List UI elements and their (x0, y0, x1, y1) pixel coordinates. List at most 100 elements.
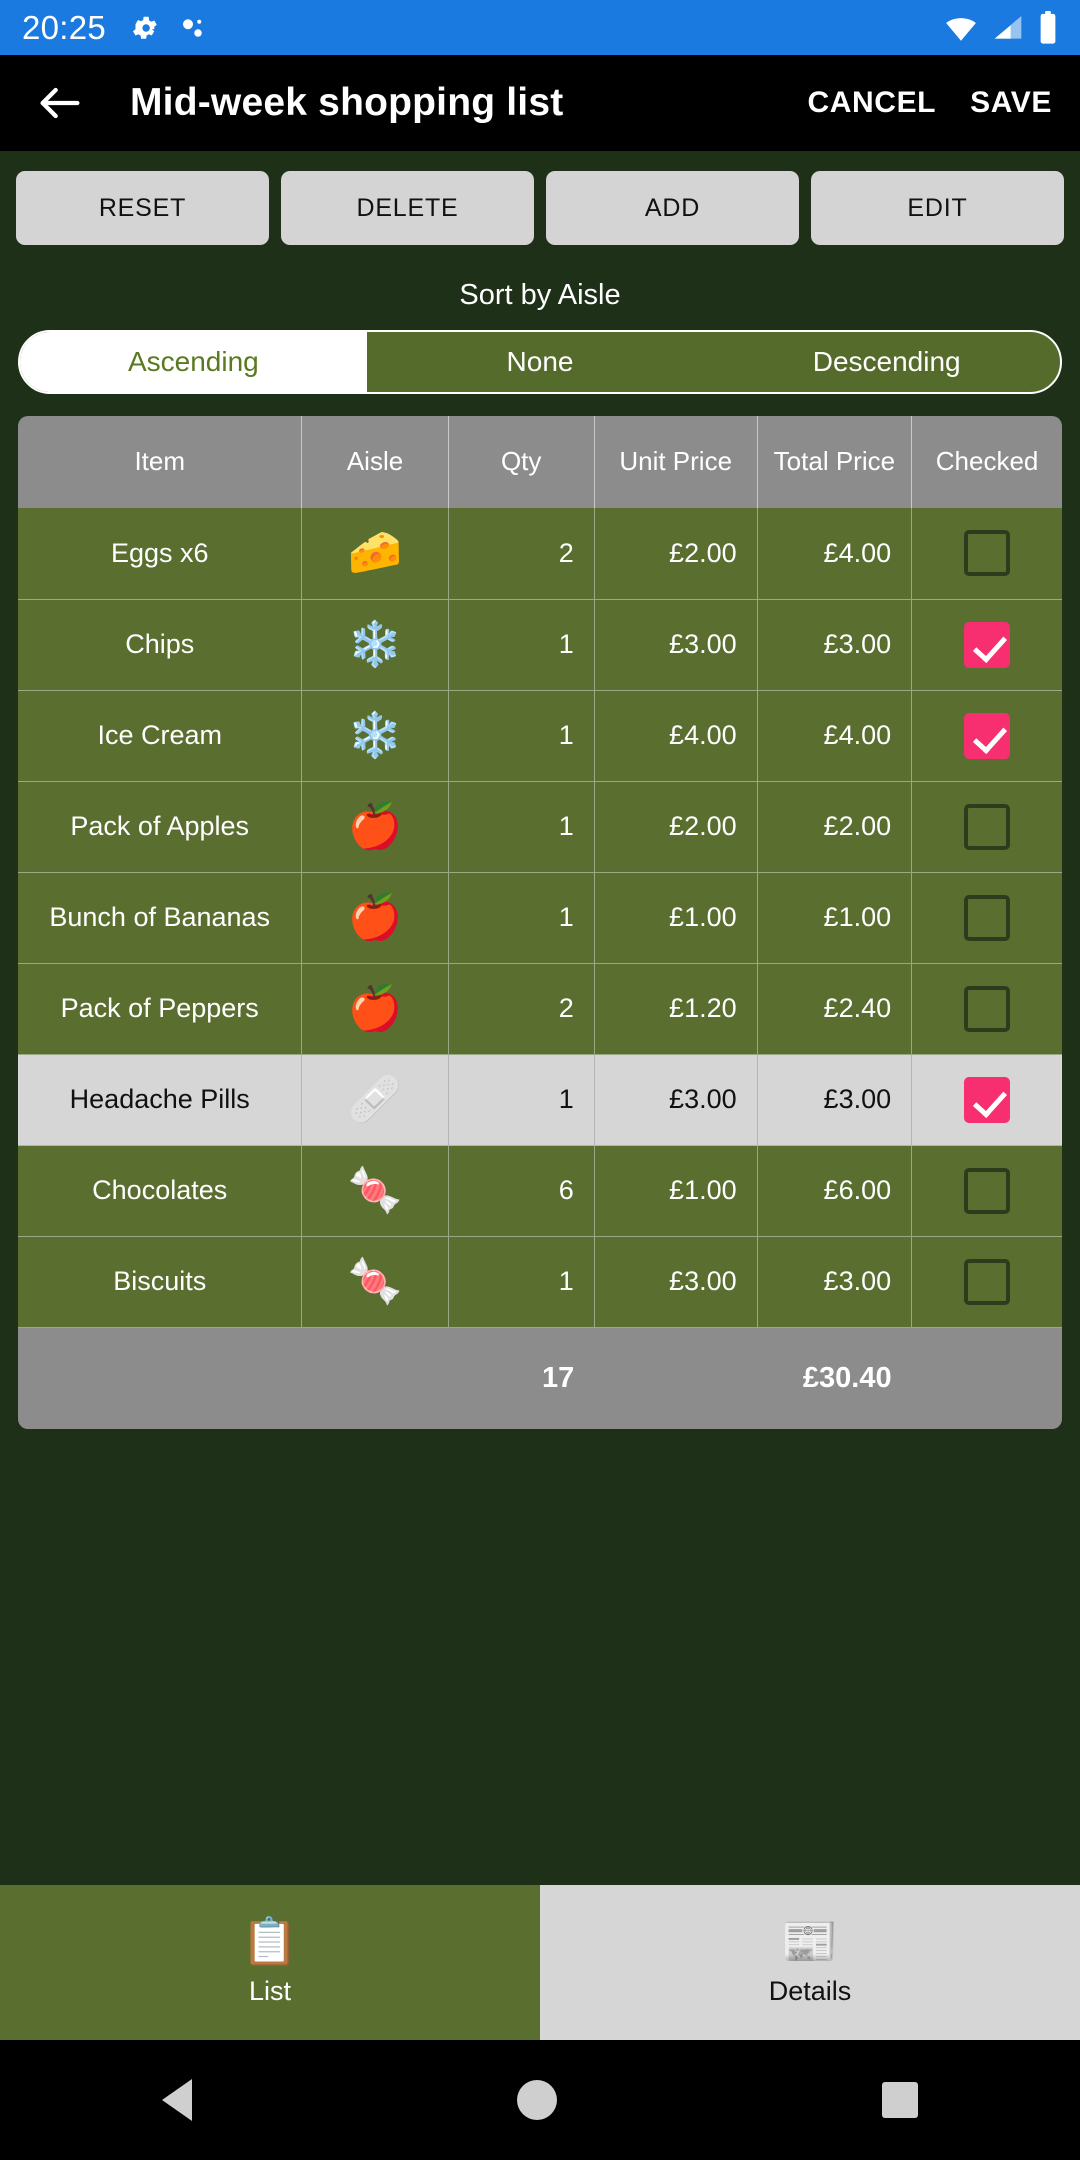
circle-home-icon[interactable] (516, 2080, 557, 2120)
cell-item: Biscuits (18, 1236, 303, 1328)
column-header-aisle[interactable]: Aisle (301, 416, 449, 508)
cell-quantity[interactable]: 2 (448, 508, 595, 600)
checkbox-unchecked[interactable] (964, 894, 1011, 941)
cell-item: Eggs x6 (18, 508, 303, 600)
cell-quantity[interactable]: 1 (448, 1236, 595, 1328)
cell-quantity[interactable]: 2 (448, 963, 595, 1055)
checkbox-checked[interactable] (964, 621, 1011, 668)
snowflake-frozen-icon: ❄️ (347, 619, 403, 669)
table-row[interactable]: Chocolates 🍬 6 £1.00 £6.00 (18, 1145, 1062, 1237)
add-button[interactable]: ADD (546, 171, 799, 245)
cellular-signal-icon (992, 12, 1024, 44)
cell-quantity[interactable]: 6 (448, 1145, 595, 1237)
cell-total-price: £3.00 (757, 599, 913, 691)
cell-quantity[interactable]: 1 (448, 1054, 595, 1146)
cell-unit-price[interactable]: £4.00 (594, 690, 758, 782)
sort-option-none[interactable]: None (367, 332, 714, 392)
apple-produce-icon: 🍎 (301, 781, 449, 873)
cell-item: Pack of Apples (18, 781, 303, 873)
checkbox-unchecked[interactable] (964, 530, 1011, 577)
checkbox-unchecked[interactable] (964, 985, 1011, 1032)
total-price-sum: £30.40 (757, 1327, 912, 1429)
checkbox-unchecked[interactable] (964, 1258, 1011, 1305)
checkbox-unchecked[interactable] (964, 1167, 1011, 1214)
cell-unit-price[interactable]: £2.00 (594, 781, 758, 873)
checkbox-checked[interactable] (964, 712, 1011, 759)
edit-button[interactable]: EDIT (811, 171, 1064, 245)
column-header-total-price[interactable]: Total Price (757, 416, 913, 508)
cancel-button[interactable]: CANCEL (808, 86, 937, 120)
table-row[interactable]: Eggs x6 🧀 2 £2.00 £4.00 (18, 508, 1062, 600)
cell-checked[interactable] (911, 508, 1062, 600)
cell-quantity[interactable]: 1 (448, 599, 595, 691)
cell-checked[interactable] (911, 872, 1062, 964)
cell-checked[interactable] (911, 963, 1062, 1055)
table-row[interactable]: Chips ❄️ 1 £3.00 £3.00 (18, 599, 1062, 691)
status-bar-right-icons (944, 10, 1058, 45)
sort-option-ascending[interactable]: Ascending (20, 332, 367, 392)
cell-total-price: £6.00 (757, 1145, 913, 1237)
cell-unit-price[interactable]: £3.00 (594, 599, 758, 691)
column-header-qty[interactable]: Qty (448, 416, 595, 508)
delete-button[interactable]: DELETE (281, 171, 534, 245)
snowflake-frozen-icon: ❄️ (301, 690, 449, 782)
cell-unit-price[interactable]: £3.00 (594, 1236, 758, 1328)
table-header: Item Aisle Qty Unit Price Total Price Ch… (18, 416, 1062, 508)
cell-quantity[interactable]: 1 (448, 872, 595, 964)
cell-quantity[interactable]: 1 (448, 690, 595, 782)
cell-checked[interactable] (911, 781, 1062, 873)
status-bar-left-icons (130, 13, 208, 43)
cell-unit-price[interactable]: £1.00 (594, 872, 758, 964)
cell-total-price: £2.40 (757, 963, 913, 1055)
checkbox-checked[interactable] (964, 1076, 1011, 1123)
table-row[interactable]: Biscuits 🍬 1 £3.00 £3.00 (18, 1236, 1062, 1328)
cell-item: Headache Pills (18, 1054, 303, 1146)
tab-details-label: Details (768, 1976, 852, 2006)
cell-checked[interactable] (911, 690, 1062, 782)
cell-total-price: £4.00 (757, 508, 913, 600)
cell-quantity[interactable]: 1 (448, 781, 595, 873)
android-navigation-bar (0, 2040, 1080, 2160)
apple-produce-icon: 🍎 (301, 872, 449, 964)
cell-unit-price[interactable]: £1.00 (594, 1145, 758, 1237)
totals-spacer-item (18, 1327, 302, 1429)
cheese-dairy-icon: 🧀 (347, 528, 403, 578)
cell-unit-price[interactable]: £2.00 (594, 508, 758, 600)
reset-button[interactable]: RESET (16, 171, 269, 245)
column-header-unit-price[interactable]: Unit Price (594, 416, 758, 508)
cell-item: Ice Cream (18, 690, 303, 782)
sort-option-descending[interactable]: Descending (713, 332, 1060, 392)
tab-details[interactable]: 📰 Details (540, 1885, 1080, 2040)
column-header-item[interactable]: Item (18, 416, 303, 508)
table-row[interactable]: Pack of Apples 🍎 1 £2.00 £2.00 (18, 781, 1062, 873)
cell-total-price: £4.00 (757, 690, 913, 782)
cell-checked[interactable] (911, 1236, 1062, 1328)
checkbox-unchecked[interactable] (964, 803, 1011, 850)
table-row[interactable]: Ice Cream ❄️ 1 £4.00 £4.00 (18, 690, 1062, 782)
cell-checked[interactable] (911, 1054, 1062, 1146)
totals-spacer-checked (911, 1327, 1062, 1429)
tab-list[interactable]: 📋 List (0, 1885, 540, 2040)
cell-checked[interactable] (911, 1145, 1062, 1237)
table-header-row: Item Aisle Qty Unit Price Total Price Ch… (18, 416, 1062, 508)
cell-unit-price[interactable]: £1.20 (594, 963, 758, 1055)
column-header-checked[interactable]: Checked (911, 416, 1062, 508)
cell-item: Chocolates (18, 1145, 303, 1237)
page-title: Mid-week shopping list (130, 81, 564, 124)
cell-item: Chips (18, 599, 303, 691)
table-row[interactable]: Pack of Peppers 🍎 2 £1.20 £2.40 (18, 963, 1062, 1055)
table-row[interactable]: Headache Pills 🩹 1 £3.00 £3.00 (18, 1054, 1062, 1146)
triangle-back-icon[interactable] (162, 2079, 193, 2121)
cell-unit-price[interactable]: £3.00 (594, 1054, 758, 1146)
candy-sweets-icon: 🍬 (301, 1145, 449, 1237)
table-row[interactable]: Bunch of Bananas 🍎 1 £1.00 £1.00 (18, 872, 1062, 964)
cell-checked[interactable] (911, 599, 1062, 691)
first-aid-kit-icon: 🩹 (347, 1074, 403, 1124)
square-recent-icon[interactable] (881, 2082, 918, 2118)
apple-produce-icon: 🍎 (347, 983, 403, 1033)
status-bar: 20:25 (0, 0, 1080, 55)
sort-by-label: Sort by Aisle (459, 279, 621, 311)
gear-icon (130, 13, 160, 43)
save-button[interactable]: SAVE (970, 86, 1052, 120)
arrow-left-icon[interactable] (34, 77, 86, 129)
